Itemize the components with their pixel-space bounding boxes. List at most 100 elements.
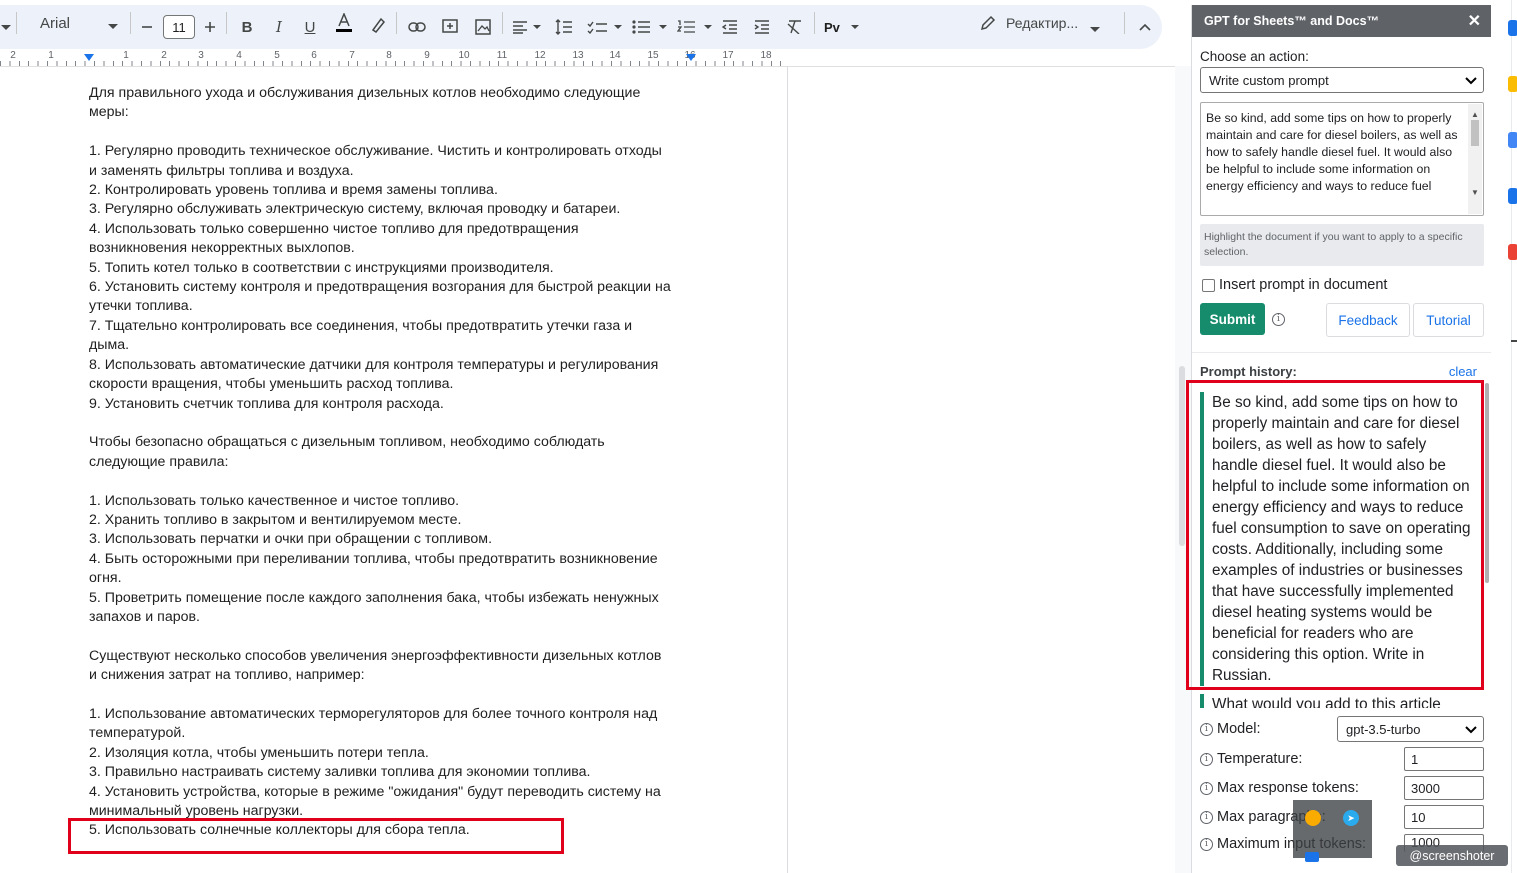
decrease-indent-icon[interactable] (720, 13, 740, 41)
model-label-row: i Model: (1200, 721, 1261, 737)
spellcheck-icon[interactable]: Pv (823, 13, 861, 41)
increase-indent-icon[interactable] (752, 13, 772, 41)
underline-icon[interactable]: U (301, 13, 319, 41)
ruler-number: 8 (386, 50, 392, 61)
prompt-text: Be so kind, add some tips on how to prop… (1206, 111, 1458, 193)
italic-icon[interactable]: I (270, 13, 288, 41)
line-spacing-icon[interactable] (553, 13, 575, 41)
clear-formatting-icon[interactable] (784, 13, 804, 41)
info-icon[interactable]: i (1200, 722, 1213, 736)
font-size-value: 11 (172, 19, 186, 35)
scrollbar-thumb[interactable] (1471, 120, 1479, 146)
insert-image-icon[interactable] (473, 13, 493, 41)
screenshot-tool-overlay[interactable]: ➤ (1293, 800, 1372, 862)
info-icon[interactable]: i (1200, 781, 1213, 795)
info-icon[interactable]: i (1200, 752, 1213, 766)
align-icon[interactable] (511, 13, 543, 41)
gpt-sidebar: GPT for Sheets™ and Docs™ ✕ Choose an ac… (1191, 5, 1491, 873)
right-indent-marker[interactable] (686, 54, 696, 61)
page-edge (787, 66, 788, 873)
tasks-icon[interactable] (1508, 132, 1517, 148)
divider (1511, 340, 1517, 342)
add-comment-icon[interactable] (440, 13, 460, 41)
divider (1192, 352, 1491, 353)
clear-history-link[interactable]: clear (1449, 364, 1477, 379)
model-select[interactable]: gpt-3.5-turbo (1337, 716, 1484, 742)
history-item[interactable]: Be so kind, add some tips on how to prop… (1200, 392, 1474, 686)
checklist-icon[interactable] (586, 13, 624, 41)
info-icon[interactable]: i (1200, 837, 1213, 851)
history-item[interactable]: What would you add to this article (1200, 694, 1474, 708)
selection-hint: Highlight the document if you want to ap… (1200, 224, 1484, 266)
ruler-number: 13 (572, 50, 584, 61)
collapse-toolbar-icon[interactable] (1134, 13, 1156, 41)
maps-icon[interactable] (1508, 244, 1517, 260)
font-family-value: Arial (40, 14, 71, 32)
copy-icon[interactable] (1305, 852, 1319, 862)
history-scrollbar[interactable] (1485, 383, 1489, 583)
highlighter-icon[interactable] (368, 11, 388, 39)
left-indent-marker[interactable] (84, 54, 94, 61)
capture-icon[interactable] (1305, 810, 1321, 826)
submit-button[interactable]: Submit (1200, 303, 1265, 335)
pencil-icon (980, 15, 996, 34)
bold-icon[interactable]: B (238, 13, 256, 41)
sidebar-title: GPT for Sheets™ and Docs™ (1204, 14, 1380, 28)
text-color-icon[interactable] (332, 9, 356, 37)
ruler-number: 10 (458, 50, 470, 61)
sidebar-header: GPT for Sheets™ and Docs™ ✕ (1192, 5, 1491, 37)
info-icon[interactable]: i (1272, 313, 1285, 326)
telegram-icon[interactable]: ➤ (1343, 810, 1359, 826)
ruler-number: 17 (722, 50, 734, 61)
action-select-value: Write custom prompt (1209, 72, 1329, 88)
ruler-number: 11 (496, 50, 508, 61)
model-select-value: gpt-3.5-turbo (1346, 721, 1421, 737)
ruler[interactable]: 2 1 1 2 3 4 5 6 7 8 9 10 11 12 13 14 15 … (0, 50, 788, 66)
ruler-number: 4 (236, 50, 242, 61)
document-scrollbar[interactable] (1175, 66, 1191, 873)
insert-prompt-label: Insert prompt in document (1219, 277, 1388, 293)
ruler-number: 1 (123, 50, 129, 61)
minus-icon[interactable] (139, 13, 155, 41)
ruler-number: 14 (609, 50, 621, 61)
ruler-number: 1 (48, 50, 54, 61)
formatting-toolbar: Arial 11 B I U Pv Редактир... (0, 5, 1162, 49)
textarea-scrollbar[interactable]: ▲ ▼ (1468, 104, 1482, 214)
feedback-button[interactable]: Feedback (1326, 303, 1410, 337)
bulleted-list-icon[interactable] (631, 13, 669, 41)
contacts-icon[interactable] (1508, 188, 1517, 204)
chevron-down-icon (108, 17, 118, 34)
action-select[interactable]: Write custom prompt (1200, 67, 1484, 93)
keep-icon[interactable] (1508, 76, 1517, 92)
insert-prompt-checkbox[interactable] (1202, 278, 1215, 292)
history-label: Prompt history: (1200, 364, 1297, 379)
prompt-textarea[interactable]: Be so kind, add some tips on how to prop… (1200, 102, 1484, 216)
scrollbar-thumb[interactable] (1179, 366, 1185, 546)
font-size-input[interactable]: 11 (163, 15, 195, 39)
close-icon[interactable]: ✕ (1468, 11, 1481, 31)
plus-icon[interactable] (202, 13, 218, 41)
editing-mode-select[interactable]: Редактир... (972, 9, 1112, 37)
tutorial-button[interactable]: Tutorial (1413, 303, 1484, 337)
model-label: Model: (1217, 721, 1261, 737)
document-body[interactable]: Для правильного ухода и обслуживания диз… (89, 84, 699, 841)
font-family-select[interactable]: Arial (26, 9, 124, 37)
editing-mode-label: Редактир... (1006, 15, 1079, 31)
side-panel-divider (1511, 0, 1512, 873)
info-icon[interactable]: i (1200, 810, 1213, 824)
chevron-down-icon[interactable] (0, 14, 12, 42)
temperature-input[interactable]: 1 (1404, 747, 1484, 771)
chevron-down-icon (1465, 74, 1477, 89)
numbered-list-icon[interactable] (676, 13, 714, 41)
ruler-number: 2 (10, 50, 16, 61)
prompt-history-list[interactable]: Be so kind, add some tips on how to prop… (1192, 382, 1482, 708)
ruler-number: 18 (760, 50, 772, 61)
link-icon[interactable] (406, 13, 428, 41)
divider (0, 66, 1175, 67)
ruler-number: 3 (198, 50, 204, 61)
scroll-down-icon[interactable]: ▼ (1471, 184, 1479, 201)
max-paragraphs-input[interactable]: 10 (1404, 805, 1484, 829)
max-tokens-input[interactable]: 3000 (1404, 776, 1484, 800)
insert-prompt-row[interactable]: Insert prompt in document (1202, 277, 1387, 293)
calendar-icon[interactable] (1508, 20, 1517, 36)
